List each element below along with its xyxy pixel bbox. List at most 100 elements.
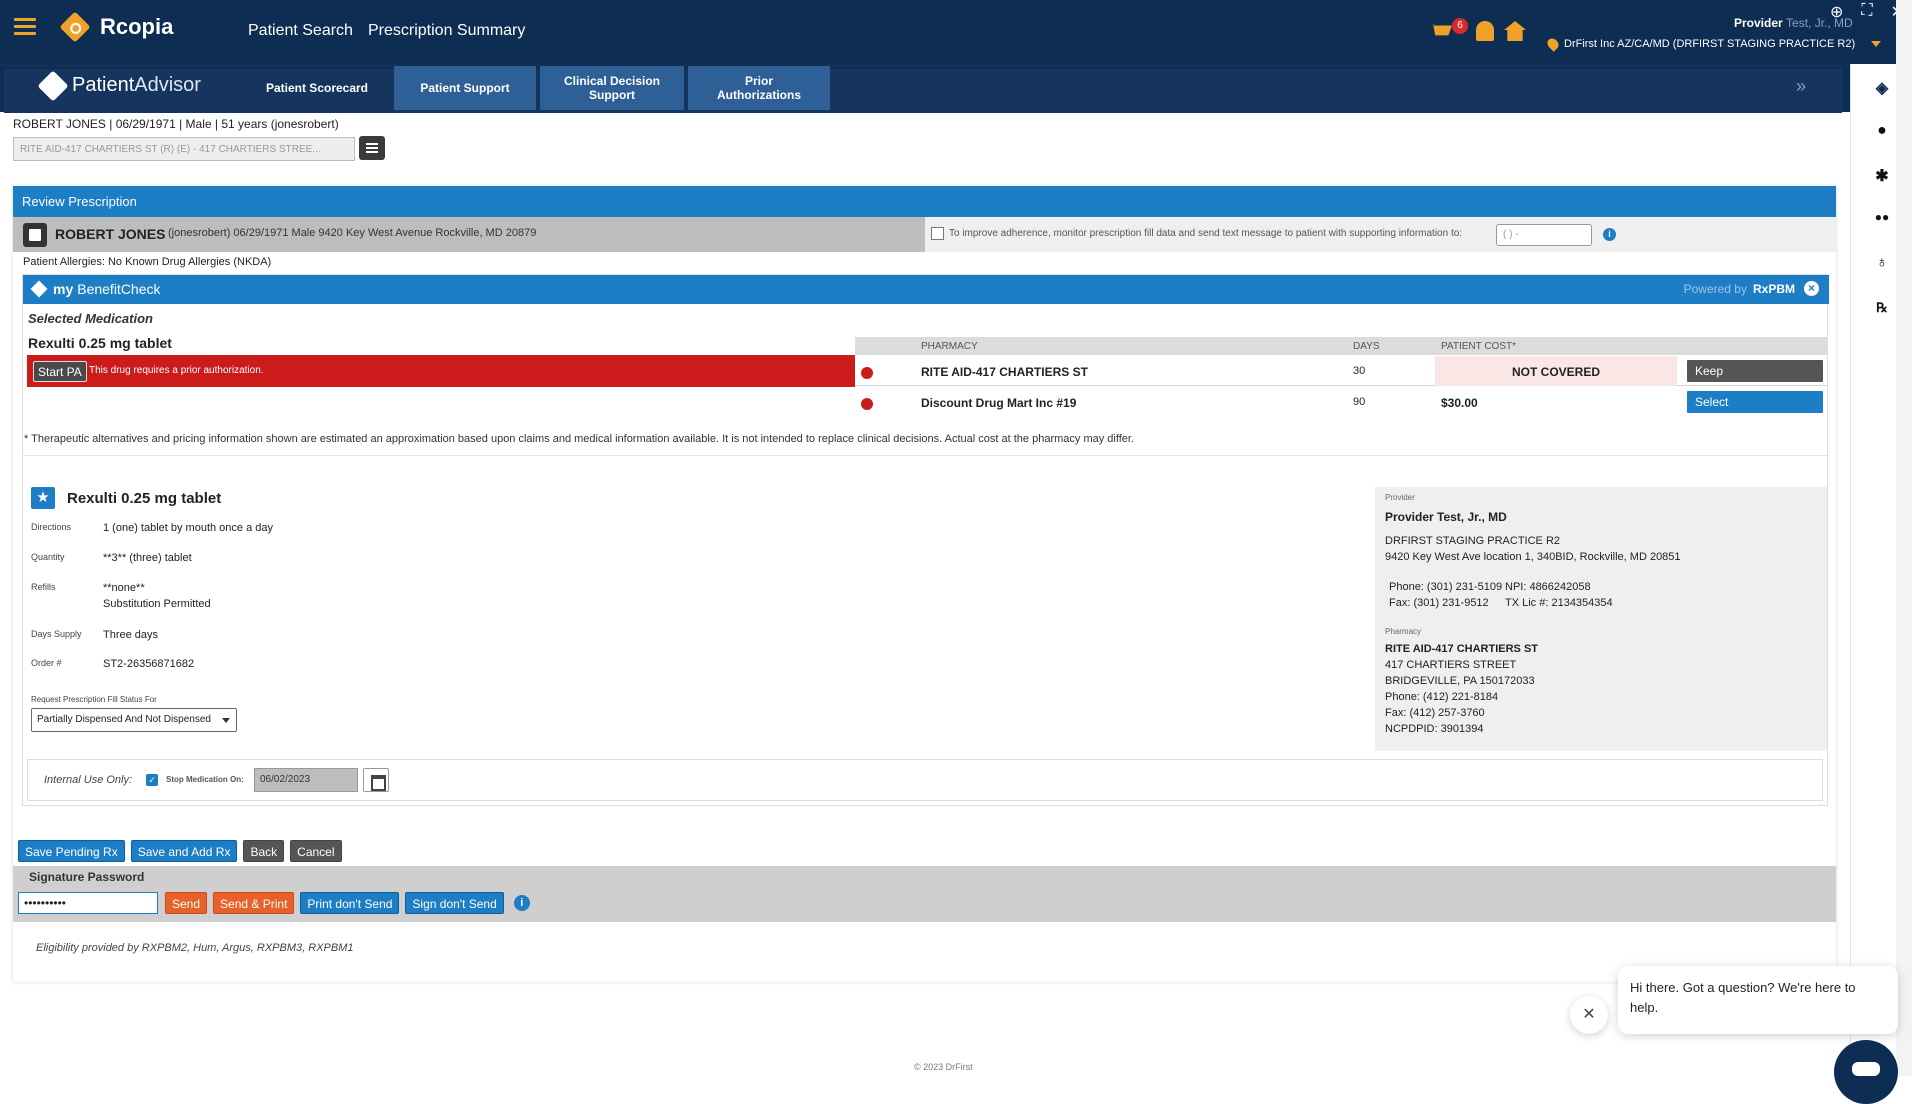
hamburger-menu-icon[interactable] [14, 18, 36, 36]
patient-advisor-icon[interactable]: ◈ [1873, 78, 1891, 97]
print-dont-send-button[interactable]: Print don't Send [300, 892, 400, 914]
fill-status-value: Partially Dispensed And Not Dispensed [37, 714, 211, 725]
save-pending-rx-button[interactable]: Save Pending Rx [18, 840, 125, 862]
send-print-button[interactable]: Send & Print [213, 892, 295, 914]
tab-prior-authorizations[interactable]: Prior Authorizations [688, 66, 830, 110]
benefit-check-header: my BenefitCheck Powered by RxPBM × [23, 275, 1829, 304]
benefit-check-icon [30, 280, 48, 298]
substitution-value: Substitution Permitted [103, 598, 211, 610]
provider-card-phone: Phone: (301) 231-5109 [1389, 581, 1503, 593]
directions-label: Directions [31, 522, 72, 532]
internal-use-checkbox[interactable]: ✓ [146, 774, 158, 786]
provider-card-address: 9420 Key West Ave location 1, 340BID, Ro… [1385, 551, 1681, 563]
signature-bar: Signature Password •••••••••• Send Send … [13, 866, 1836, 922]
review-prescription-title: Review Prescription [13, 186, 1836, 217]
mbc-logo-bold: my [53, 281, 74, 297]
send-button[interactable]: Send [165, 892, 208, 914]
practice-name: DrFirst Inc AZ/CA/MD (DRFIRST STAGING PR… [1564, 38, 1856, 50]
patient-advisor-logo: PatientAdvisor [37, 69, 201, 102]
patient-name: ROBERT JONES [55, 226, 166, 242]
status-dot-icon [861, 398, 873, 410]
bell-icon[interactable] [1476, 21, 1494, 41]
provider-card: Provider Provider Test, Jr., MD DRFIRST … [1375, 487, 1827, 751]
provider-card-name: Provider Test, Jr., MD [1385, 510, 1507, 524]
app-logo[interactable]: Rcopia [59, 11, 174, 43]
patient-summary: ROBERT JONES | 06/29/1971 | Male | 51 ye… [13, 117, 339, 131]
table-row: Discount Drug Mart Inc #19 90 $30.00 Sel… [855, 387, 1827, 417]
row-days: 90 [1353, 396, 1366, 408]
copyright: © 2023 DrFirst [914, 1062, 973, 1072]
col-days: DAYS [1353, 341, 1380, 352]
prior-auth-message: This drug requires a prior authorization… [89, 365, 264, 376]
pricing-disclaimer: * Therapeutic alternatives and pricing i… [24, 433, 1134, 445]
asterisk-icon[interactable]: ✱ [1873, 166, 1891, 185]
scrollbar[interactable] [1896, 0, 1912, 1076]
status-dot-icon [861, 367, 873, 379]
fullscreen-icon[interactable]: ⛶ [1861, 2, 1872, 22]
stop-medication-date[interactable]: 06/02/2023 [254, 768, 358, 792]
header-icon-group [1428, 20, 1526, 42]
provider-card-fax: Fax: (301) 231-9512 [1389, 597, 1489, 609]
list-view-button[interactable] [359, 136, 385, 160]
cart-icon[interactable] [1428, 22, 1452, 36]
keep-button[interactable]: Keep [1687, 360, 1823, 382]
cart-badge: 6 [1452, 18, 1468, 34]
adherence-text: To improve adherence, monitor prescripti… [949, 228, 1463, 239]
stop-medication-label: Stop Medication On: [166, 775, 244, 784]
info-icon[interactable]: i [513, 895, 530, 911]
order-value: ST2-26356871682 [103, 658, 195, 670]
chat-launcher-icon[interactable] [1834, 1040, 1898, 1104]
internal-use-row: Internal Use Only: ✓ Stop Medication On:… [27, 759, 1823, 801]
home-icon[interactable] [1504, 21, 1526, 41]
calendar-icon[interactable] [363, 768, 389, 792]
signature-buttons: Send Send & Print Print don't Send Sign … [165, 892, 530, 914]
selected-medication-label: Selected Medication [28, 311, 153, 326]
pharmacy-table-header: PHARMACY DAYS PATIENT COST* [855, 337, 1827, 355]
collapse-panel-icon[interactable]: » [1796, 76, 1806, 97]
pharmacy-card-phone: Phone: (412) 221-8184 [1385, 691, 1499, 703]
select-button[interactable]: Select [1687, 391, 1823, 413]
eligibility-note: Eligibility provided by RXPBM2, Hum, Arg… [36, 942, 354, 954]
nav-prescription-summary[interactable]: Prescription Summary [368, 22, 525, 40]
practice-selector[interactable]: DrFirst Inc AZ/CA/MD (DRFIRST STAGING PR… [1545, 36, 1882, 52]
signature-password-label: Signature Password [29, 870, 145, 884]
cancel-button[interactable]: Cancel [290, 840, 342, 862]
signature-password-input[interactable]: •••••••••• [18, 892, 158, 914]
pa-logo-bold: Patient [72, 74, 135, 96]
adherence-checkbox[interactable] [931, 227, 944, 240]
rcopia-logo-icon [59, 11, 91, 43]
info-icon[interactable]: i [1603, 228, 1616, 241]
row-pharmacy: RITE AID-417 CHARTIERS ST [921, 365, 1088, 379]
fill-status-dropdown[interactable]: Partially Dispensed And Not Dispensed [31, 708, 237, 732]
sign-dont-send-button[interactable]: Sign don't Send [405, 892, 504, 914]
start-pa-button[interactable]: Start PA [33, 361, 87, 382]
close-icon[interactable]: ✕ [1570, 996, 1608, 1034]
row-cost: $30.00 [1441, 396, 1478, 410]
benefit-check-panel: my BenefitCheck Powered by RxPBM × Selecte… [22, 274, 1829, 806]
tab-patient-scorecard[interactable]: Patient Scorecard [246, 66, 388, 110]
chat-bubble[interactable]: Hi there. Got a question? We're here to … [1618, 966, 1898, 1034]
nav-patient-search[interactable]: Patient Search [248, 22, 353, 40]
internal-use-label: Internal Use Only: [44, 774, 133, 786]
back-button[interactable]: Back [243, 840, 285, 862]
star-icon[interactable]: ★ [31, 487, 55, 509]
patient-strip: ROBERT JONES (jonesrobert) 06/29/1971 Ma… [13, 217, 925, 252]
zoom-icon[interactable]: ⊕ [1830, 2, 1843, 22]
col-patient-cost: PATIENT COST* [1441, 341, 1517, 352]
pharmacy-dropdown[interactable]: RITE AID-417 CHARTIERS ST (R) (E) - 417 … [13, 137, 355, 161]
provider-label: Provider [1734, 16, 1783, 30]
person-icon[interactable]: ● [1873, 122, 1891, 140]
phone-input[interactable]: ( ) - [1496, 224, 1592, 246]
save-and-add-rx-button[interactable]: Save and Add Rx [130, 840, 238, 862]
rx-icon[interactable]: ℞ [1873, 300, 1891, 318]
glasses-icon[interactable]: ●● [1873, 210, 1891, 228]
pharmacy-card-city: BRIDGEVILLE, PA 150172033 [1385, 675, 1535, 687]
tab-clinical-decision-support[interactable]: Clinical Decision Support [540, 66, 684, 110]
patient-details: (jonesrobert) 06/29/1971 Male 9420 Key W… [168, 227, 537, 239]
app-name: Rcopia [100, 14, 174, 39]
tab-patient-support[interactable]: Patient Support [394, 66, 536, 110]
stethoscope-icon[interactable]: ♁ [1873, 254, 1891, 272]
pharmacy-card-name: RITE AID-417 CHARTIERS ST [1385, 643, 1539, 655]
close-icon[interactable]: × [1804, 281, 1819, 296]
refills-value: **none** [103, 582, 145, 594]
